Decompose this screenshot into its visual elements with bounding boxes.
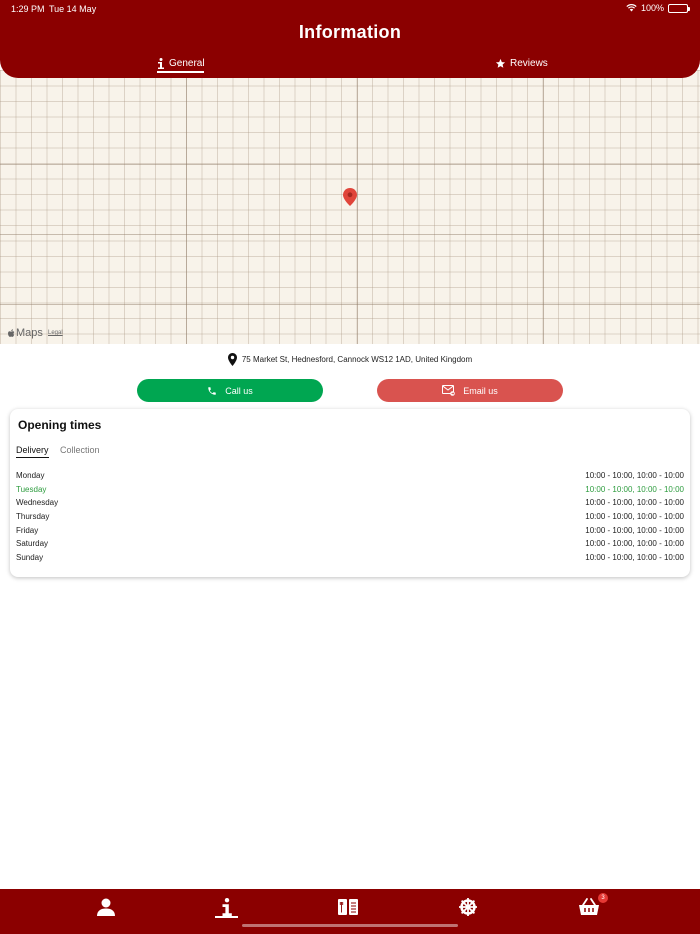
day-label: Tuesday: [16, 484, 47, 494]
status-time: 1:29 PM: [11, 4, 45, 14]
opening-times-card: Opening times Delivery Collection Monday…: [10, 409, 690, 577]
screen: 1:29 PM Tue 14 May 100% Information Gene…: [0, 0, 700, 934]
map-road: [0, 164, 700, 165]
address-text: 75 Market St, Hednesford, Cannock WS12 1…: [241, 355, 473, 364]
day-label: Sunday: [16, 553, 44, 563]
cart-count-badge: 3: [598, 893, 608, 903]
page-title: Information: [298, 22, 402, 42]
active-tab-indicator: [157, 71, 204, 73]
map-road: [0, 234, 700, 235]
nav-account[interactable]: [93, 894, 119, 920]
maps-logo: Maps: [7, 327, 43, 339]
settings-wheel-icon: [459, 898, 477, 916]
hours-value: 10:00 - 10:00, 10:00 - 10:00: [585, 498, 684, 508]
tab-reviews[interactable]: Reviews: [495, 54, 548, 72]
hours-row-friday: Friday 10:00 - 10:00, 10:00 - 10:00: [16, 524, 684, 538]
opening-times-title: Opening times: [18, 418, 102, 432]
active-nav-indicator: [215, 916, 238, 918]
maps-legal-link[interactable]: Legal: [48, 330, 63, 336]
tab-delivery[interactable]: Delivery: [16, 445, 49, 455]
day-label: Thursday: [16, 512, 50, 522]
map-pin-icon[interactable]: [343, 188, 357, 206]
menu-book-icon: [338, 899, 358, 915]
hours-row-saturday: Saturday 10:00 - 10:00, 10:00 - 10:00: [16, 537, 684, 551]
hours-row-tuesday: Tuesday 10:00 - 10:00, 10:00 - 10:00: [16, 483, 684, 497]
hours-row-monday: Monday 10:00 - 10:00, 10:00 - 10:00: [16, 469, 684, 483]
info-tabs: General Reviews: [0, 52, 700, 76]
map-road: [543, 70, 544, 344]
bottom-nav: 3: [0, 889, 700, 934]
maps-brand: Maps: [16, 327, 43, 339]
tab-collection[interactable]: Collection: [60, 445, 100, 455]
day-label: Wednesday: [16, 498, 59, 508]
day-label: Friday: [16, 525, 39, 535]
map-road: [357, 70, 358, 344]
user-icon: [97, 898, 115, 916]
email-icon: [442, 385, 456, 396]
star-icon: [495, 58, 506, 68]
hours-row-sunday: Sunday 10:00 - 10:00, 10:00 - 10:00: [16, 551, 684, 565]
hours-value: 10:00 - 10:00, 10:00 - 10:00: [585, 525, 684, 535]
info-icon: [158, 57, 164, 69]
hours-value: 10:00 - 10:00, 10:00 - 10:00: [585, 553, 684, 563]
hours-value: 10:00 - 10:00, 10:00 - 10:00: [585, 484, 684, 494]
info-icon: [222, 898, 232, 916]
status-date: Tue 14 May: [49, 4, 97, 14]
day-label: Monday: [16, 471, 45, 480]
nav-menu[interactable]: [335, 894, 361, 920]
battery-percent: 100%: [640, 3, 664, 13]
phone-icon: [208, 386, 216, 395]
home-indicator[interactable]: [242, 924, 458, 927]
hours-value: 10:00 - 10:00, 10:00 - 10:00: [585, 471, 684, 480]
status-indicators: 100%: [626, 3, 690, 13]
opening-hours-list: Monday 10:00 - 10:00, 10:00 - 10:00 Tues…: [16, 469, 684, 565]
battery-icon: [668, 3, 690, 13]
hours-row-thursday: Thursday 10:00 - 10:00, 10:00 - 10:00: [16, 510, 684, 524]
map-road: [186, 70, 187, 344]
email-us-button[interactable]: Email us: [377, 379, 563, 402]
location-map[interactable]: [0, 70, 700, 344]
address-row: 75 Market St, Hednesford, Cannock WS12 1…: [0, 353, 700, 366]
app-header: 1:29 PM Tue 14 May 100% Information Gene…: [0, 0, 700, 78]
map-road: [0, 304, 700, 305]
tab-general[interactable]: General: [157, 54, 205, 72]
location-pin-icon: [227, 353, 237, 366]
hours-row-wednesday: Wednesday 10:00 - 10:00, 10:00 - 10:00: [16, 496, 684, 510]
apple-icon: [8, 328, 15, 337]
tab-general-label: General: [169, 57, 205, 69]
basket-icon: [579, 898, 599, 915]
hours-value: 10:00 - 10:00, 10:00 - 10:00: [585, 539, 684, 549]
tab-reviews-label: Reviews: [510, 57, 548, 69]
hours-value: 10:00 - 10:00, 10:00 - 10:00: [585, 512, 684, 522]
email-us-label: Email us: [463, 385, 498, 396]
day-label: Saturday: [16, 539, 49, 549]
status-bar: 1:29 PM Tue 14 May 100%: [0, 0, 700, 18]
call-us-button[interactable]: Call us: [137, 379, 323, 402]
call-us-label: Call us: [225, 385, 253, 396]
wifi-icon: [626, 4, 637, 12]
nav-settings[interactable]: [455, 894, 481, 920]
active-subtab-indicator: [16, 457, 49, 458]
